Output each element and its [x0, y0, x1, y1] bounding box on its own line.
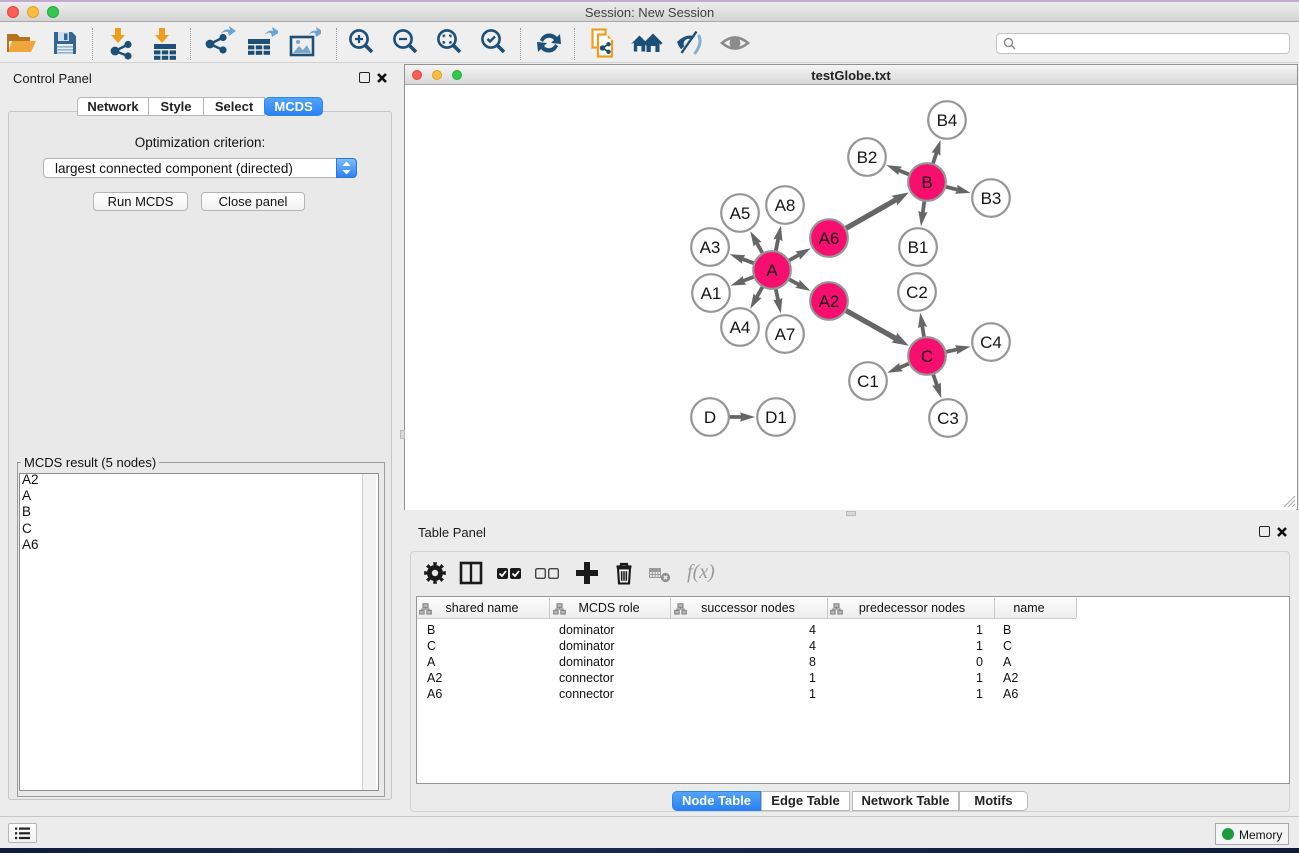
- svg-text:D: D: [704, 408, 716, 427]
- svg-text:C3: C3: [937, 409, 959, 428]
- svg-text:A: A: [766, 261, 778, 280]
- svg-text:C2: C2: [906, 283, 928, 302]
- svg-text:A7: A7: [775, 325, 796, 344]
- svg-text:A3: A3: [700, 238, 721, 257]
- svg-text:A8: A8: [775, 196, 796, 215]
- svg-text:B: B: [921, 173, 932, 192]
- svg-text:B3: B3: [981, 189, 1002, 208]
- svg-text:C: C: [921, 347, 933, 366]
- svg-text:D1: D1: [765, 408, 787, 427]
- svg-text:A5: A5: [730, 204, 751, 223]
- svg-text:A1: A1: [701, 284, 722, 303]
- svg-text:C4: C4: [980, 333, 1002, 352]
- svg-text:B4: B4: [937, 111, 958, 130]
- svg-text:B1: B1: [908, 238, 929, 257]
- svg-text:A4: A4: [730, 318, 751, 337]
- svg-text:C1: C1: [857, 372, 879, 391]
- svg-text:A2: A2: [819, 292, 840, 311]
- svg-text:A6: A6: [819, 229, 840, 248]
- svg-text:B2: B2: [857, 148, 878, 167]
